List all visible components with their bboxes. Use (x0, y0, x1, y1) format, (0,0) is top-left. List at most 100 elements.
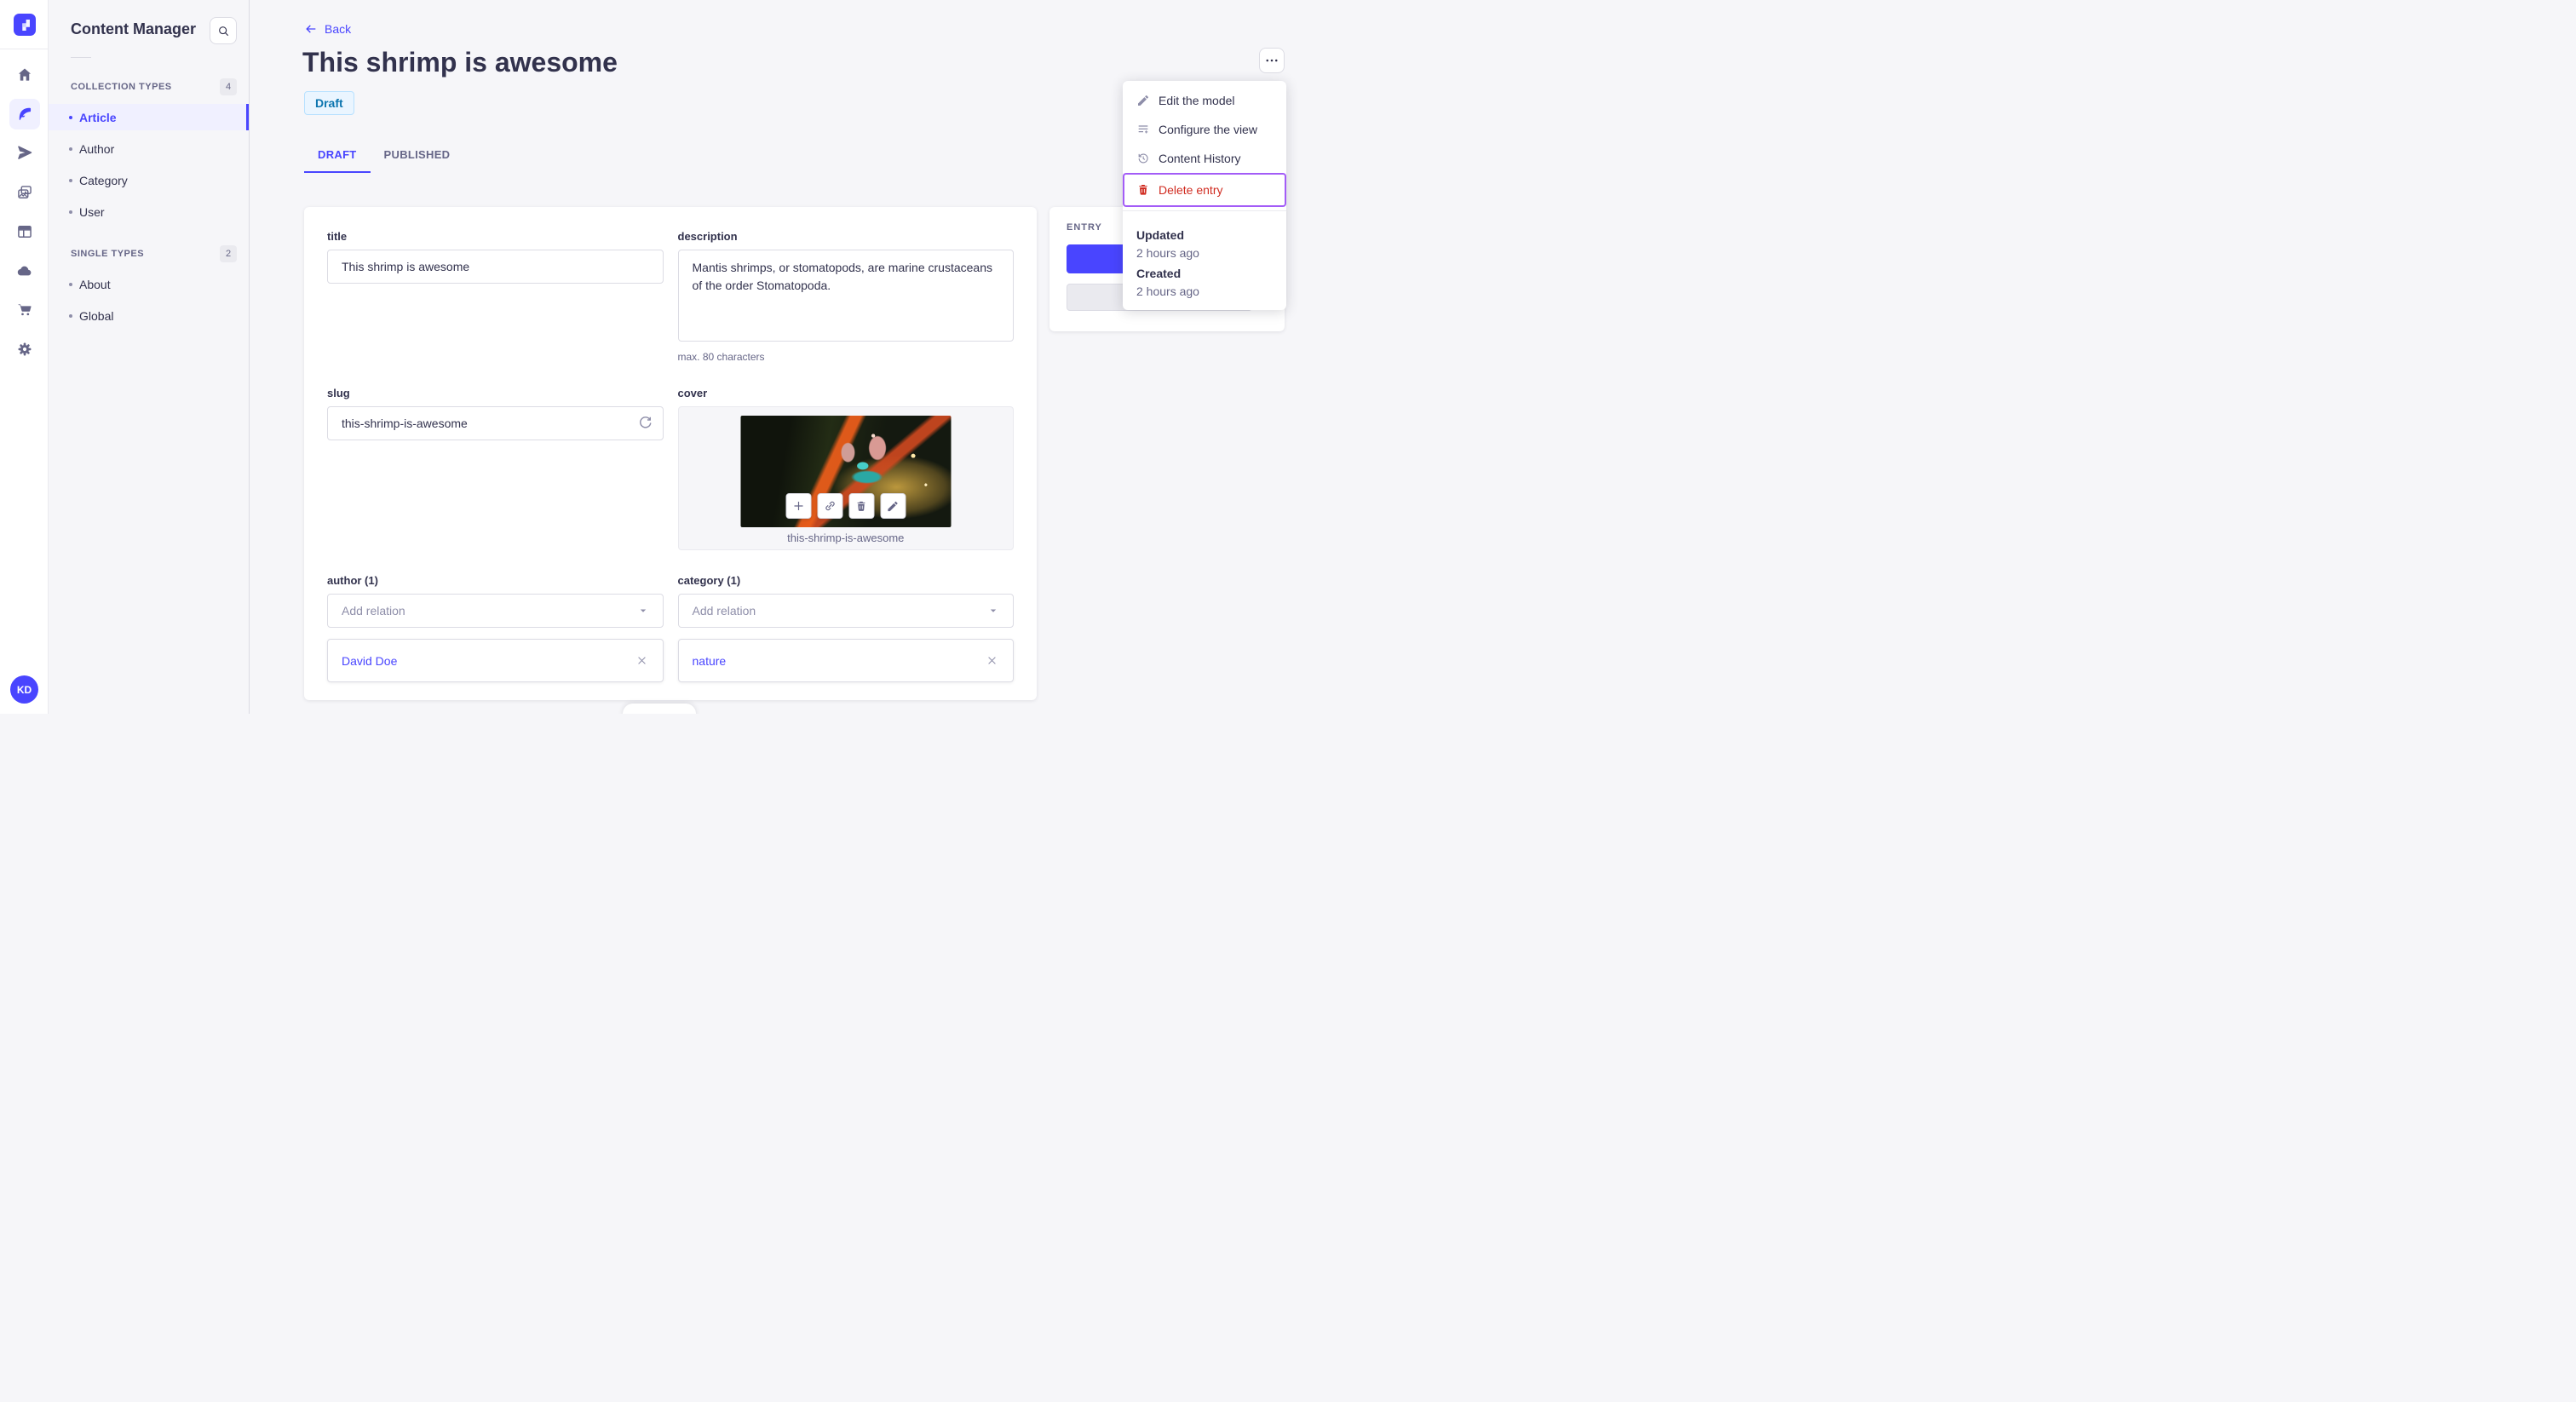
plus-icon (791, 499, 805, 513)
relation-link-david-doe[interactable]: David Doe (342, 654, 397, 668)
sidebar-item-media-library[interactable] (9, 177, 40, 208)
subnav-item-global[interactable]: Global (49, 302, 249, 329)
sidebar-item-deploy[interactable] (9, 256, 40, 286)
bullet-icon (69, 210, 72, 214)
floating-widget-pill[interactable] (623, 704, 696, 714)
bullet-icon (69, 178, 72, 182)
sidebar-item-home[interactable] (9, 60, 40, 90)
subnav-item-about[interactable]: About (49, 271, 249, 297)
home-icon (16, 66, 33, 83)
link-icon (823, 499, 837, 513)
title-label: title (327, 230, 348, 243)
gear-icon (16, 341, 33, 358)
cart-icon (16, 302, 33, 319)
field-slug: slug (327, 387, 664, 550)
title-input[interactable] (327, 250, 664, 284)
updated-label: Updated (1136, 228, 1184, 242)
author-relation-item: David Doe (327, 639, 664, 682)
edit-asset-button[interactable] (880, 493, 906, 519)
subnav-item-user[interactable]: User (49, 198, 249, 225)
category-relation-combobox[interactable]: Add relation (677, 594, 1014, 628)
slug-input[interactable] (327, 406, 664, 440)
remove-relation-button[interactable] (635, 653, 649, 668)
section-label-single-types: SINGLE TYPES (71, 249, 145, 259)
paper-plane-icon (16, 145, 33, 162)
tab-draft[interactable]: DRAFT (304, 141, 371, 173)
bullet-icon (69, 115, 72, 119)
sidebar-item-marketplace[interactable] (9, 295, 40, 325)
tab-published[interactable]: PUBLISHED (371, 141, 464, 173)
sidebar-item-content-type-builder[interactable] (9, 216, 40, 247)
cover-label: cover (677, 387, 708, 399)
sidebar-item-content-manager[interactable] (9, 99, 40, 129)
draft-published-tabs: DRAFT PUBLISHED (304, 141, 463, 173)
menu-item-edit-the-model[interactable]: Edit the model (1123, 86, 1286, 115)
description-textarea[interactable]: Mantis shrimps, or stomatopods, are mari… (677, 250, 1014, 342)
bullet-icon (69, 147, 72, 151)
collection-types-count-badge: 4 (220, 78, 237, 95)
field-description: description Mantis shrimps, or stomatopo… (677, 230, 1014, 363)
field-author: author (1) Add relation David Doe (327, 574, 664, 682)
more-actions-menu: Edit the model Configure the view Conten… (1123, 81, 1286, 310)
field-category: category (1) Add relation nature (677, 574, 1014, 682)
delete-asset-button[interactable] (848, 493, 875, 519)
relation-link-nature[interactable]: nature (693, 654, 727, 668)
field-title: title (327, 230, 664, 363)
add-asset-button[interactable] (785, 493, 812, 519)
chevron-down-icon (637, 605, 649, 617)
menu-item-content-history[interactable]: Content History (1123, 144, 1286, 173)
media-library-icon (16, 184, 33, 201)
created-value: 2 hours ago (1136, 284, 1199, 298)
description-helper: max. 80 characters (677, 351, 765, 363)
arrow-left-icon (304, 22, 318, 36)
user-avatar[interactable]: KD (10, 675, 38, 704)
subnav-item-category[interactable]: Category (49, 167, 249, 193)
sidebar-item-settings[interactable] (9, 334, 40, 365)
menu-item-delete-entry[interactable]: Delete entry (1123, 173, 1286, 207)
content-manager-subnav: Content Manager COLLECTION TYPES 4 Artic… (49, 0, 250, 714)
description-label: description (677, 230, 738, 243)
subnav-item-author[interactable]: Author (49, 135, 249, 162)
cover-toolbar (785, 493, 906, 519)
single-types-count-badge: 2 (220, 245, 237, 262)
ellipsis-icon (1264, 53, 1279, 68)
entry-meta: Updated 2 hours ago Created 2 hours ago (1123, 211, 1286, 310)
slug-label: slug (327, 387, 350, 399)
category-relation-item: nature (677, 639, 1014, 682)
author-label: author (1) (327, 574, 378, 587)
more-actions-button[interactable] (1259, 48, 1285, 73)
subnav-item-article[interactable]: Article (49, 104, 249, 130)
configure-view-icon (1136, 123, 1150, 136)
search-button[interactable] (210, 17, 237, 44)
cover-caption: this-shrimp-is-awesome (787, 531, 905, 544)
search-icon (216, 24, 231, 38)
back-link[interactable]: Back (304, 22, 351, 36)
trash-icon (1136, 183, 1150, 197)
sidebar-item-releases[interactable] (9, 138, 40, 169)
bullet-icon (69, 282, 72, 286)
app-root: KD Content Manager COLLECTION TYPES 4 Ar… (0, 0, 1312, 714)
strapi-logo[interactable] (14, 14, 36, 36)
author-relation-combobox[interactable]: Add relation (327, 594, 664, 628)
bullet-icon (69, 313, 72, 318)
chevron-down-icon (987, 605, 999, 617)
cloud-icon (16, 262, 33, 279)
subnav-divider (71, 57, 91, 58)
layout-icon (16, 223, 33, 240)
remove-relation-button[interactable] (985, 653, 999, 668)
cover-asset-card: this-shrimp-is-awesome (677, 406, 1014, 550)
pencil-icon (887, 500, 900, 513)
created-label: Created (1136, 267, 1182, 280)
entry-form-card: title description Mantis shrimps, or sto… (304, 207, 1037, 700)
copy-link-button[interactable] (817, 493, 843, 519)
page-title: This shrimp is awesome (302, 47, 618, 78)
feather-icon (16, 106, 33, 123)
regenerate-slug-icon[interactable] (637, 415, 653, 431)
pencil-icon (1136, 94, 1150, 107)
nav-rail: KD (0, 0, 49, 714)
trash-icon (855, 500, 868, 513)
menu-item-configure-the-view[interactable]: Configure the view (1123, 115, 1286, 144)
category-label: category (1) (677, 574, 741, 587)
status-badge: Draft (304, 91, 354, 115)
history-icon (1136, 152, 1150, 165)
